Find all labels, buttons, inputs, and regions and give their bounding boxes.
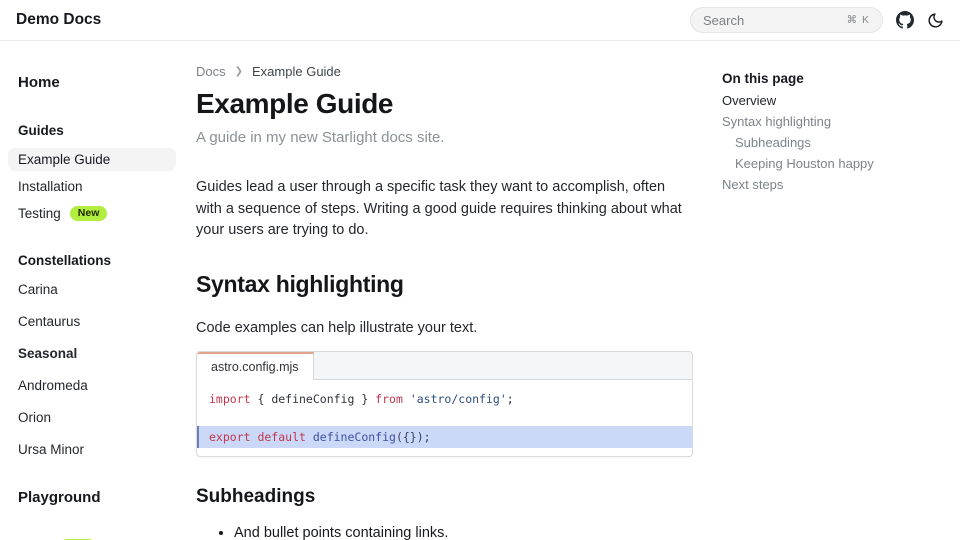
sidebar-item-andromeda[interactable]: Andromeda [8,374,176,397]
toc-item-overview[interactable]: Overview [722,94,947,107]
containing-links-link[interactable]: containing links [345,525,444,540]
breadcrumb: Docs ❯ Example Guide [196,64,693,79]
code-token: { defineConfig } [251,392,376,406]
code-line-3-highlighted: export default defineConfig({}); [197,426,692,448]
new-badge: New [70,206,108,221]
code-token: defineConfig [306,430,396,444]
sidebar-item-label: Testing [18,206,61,221]
sidebar-item-centaurus[interactable]: Centaurus [8,310,176,333]
search-placeholder: Search [703,13,744,28]
theme-toggle-moon-icon[interactable] [927,12,944,29]
bullet-list: And bullet points containing links. [196,523,693,540]
site-header: Demo Docs Search ⌘ K [0,0,960,41]
code-line-1: import { defineConfig } from 'astro/conf… [197,391,692,408]
code-token: from [375,392,403,406]
toc-item-syntax-highlighting[interactable]: Syntax highlighting [722,115,947,128]
sidebar-item-installation[interactable]: Installation [8,175,176,198]
app-window: Demo Docs Search ⌘ K Home Guides Example… [0,0,960,540]
sidebar-item-playground[interactable]: Playground [8,485,176,510]
code-token [403,392,410,406]
search-input[interactable]: Search ⌘ K [690,7,883,33]
code-token: ; [507,392,514,406]
code-token: ({}); [396,430,431,444]
code-content: import { defineConfig } from 'astro/conf… [197,380,692,456]
code-line-2 [197,408,692,421]
site-logo[interactable]: Demo Docs [16,11,101,29]
toc-item-next-steps[interactable]: Next steps [722,178,947,191]
header-actions: Search ⌘ K [690,7,944,33]
sidebar-group-seasonal[interactable]: Seasonal [8,342,176,365]
sidebar-group-guides: Guides [8,119,176,142]
toc-title: On this page [722,71,947,86]
main-content: Docs ❯ Example Guide Example Guide A gui… [196,41,693,540]
section-heading-subheadings: Subheadings [196,486,693,508]
bullet-text: And bullet points [234,525,345,540]
toc-item-keeping-houston-happy[interactable]: Keeping Houston happy [722,157,947,170]
chevron-right-icon: ❯ [235,66,243,77]
section-heading-syntax-highlighting: Syntax highlighting [196,271,693,298]
sidebar-item-testing[interactable]: Testing New [8,202,176,225]
code-tab-filename: astro.config.mjs [197,352,314,380]
code-token: import [209,392,251,406]
sidebar-item-home[interactable]: Home [8,70,176,95]
table-of-contents: On this page Overview Syntax highlightin… [722,41,947,191]
sidebar-group-constellations: Constellations [8,249,176,272]
code-tab-bar: astro.config.mjs [197,352,692,380]
sidebar-item-orion[interactable]: Orion [8,406,176,429]
sidebar-nav: Home Guides Example Guide Installation T… [0,41,188,540]
page-subtitle: A guide in my new Starlight docs site. [196,129,693,146]
sidebar-item-example-guide[interactable]: Example Guide [8,148,176,171]
bullet-text: . [444,525,448,540]
section-paragraph: Code examples can help illustrate your t… [196,320,693,336]
code-block: astro.config.mjs import { defineConfig }… [196,351,693,457]
sidebar-item-blog[interactable]: Blog WIP [8,534,176,540]
page-title: Example Guide [196,88,693,120]
code-token: export default [209,430,306,444]
code-token: 'astro/config' [410,392,507,406]
list-item: And bullet points containing links. [234,523,693,540]
breadcrumb-current[interactable]: Example Guide [252,64,341,79]
toc-item-subheadings[interactable]: Subheadings [722,136,947,149]
keyboard-shortcut-hint: ⌘ K [847,14,870,26]
intro-paragraph: Guides lead a user through a specific ta… [196,177,693,242]
github-icon[interactable] [896,11,914,29]
sidebar-item-ursa-minor[interactable]: Ursa Minor [8,438,176,461]
sidebar-item-carina[interactable]: Carina [8,278,176,301]
breadcrumb-docs-link[interactable]: Docs [196,64,226,79]
